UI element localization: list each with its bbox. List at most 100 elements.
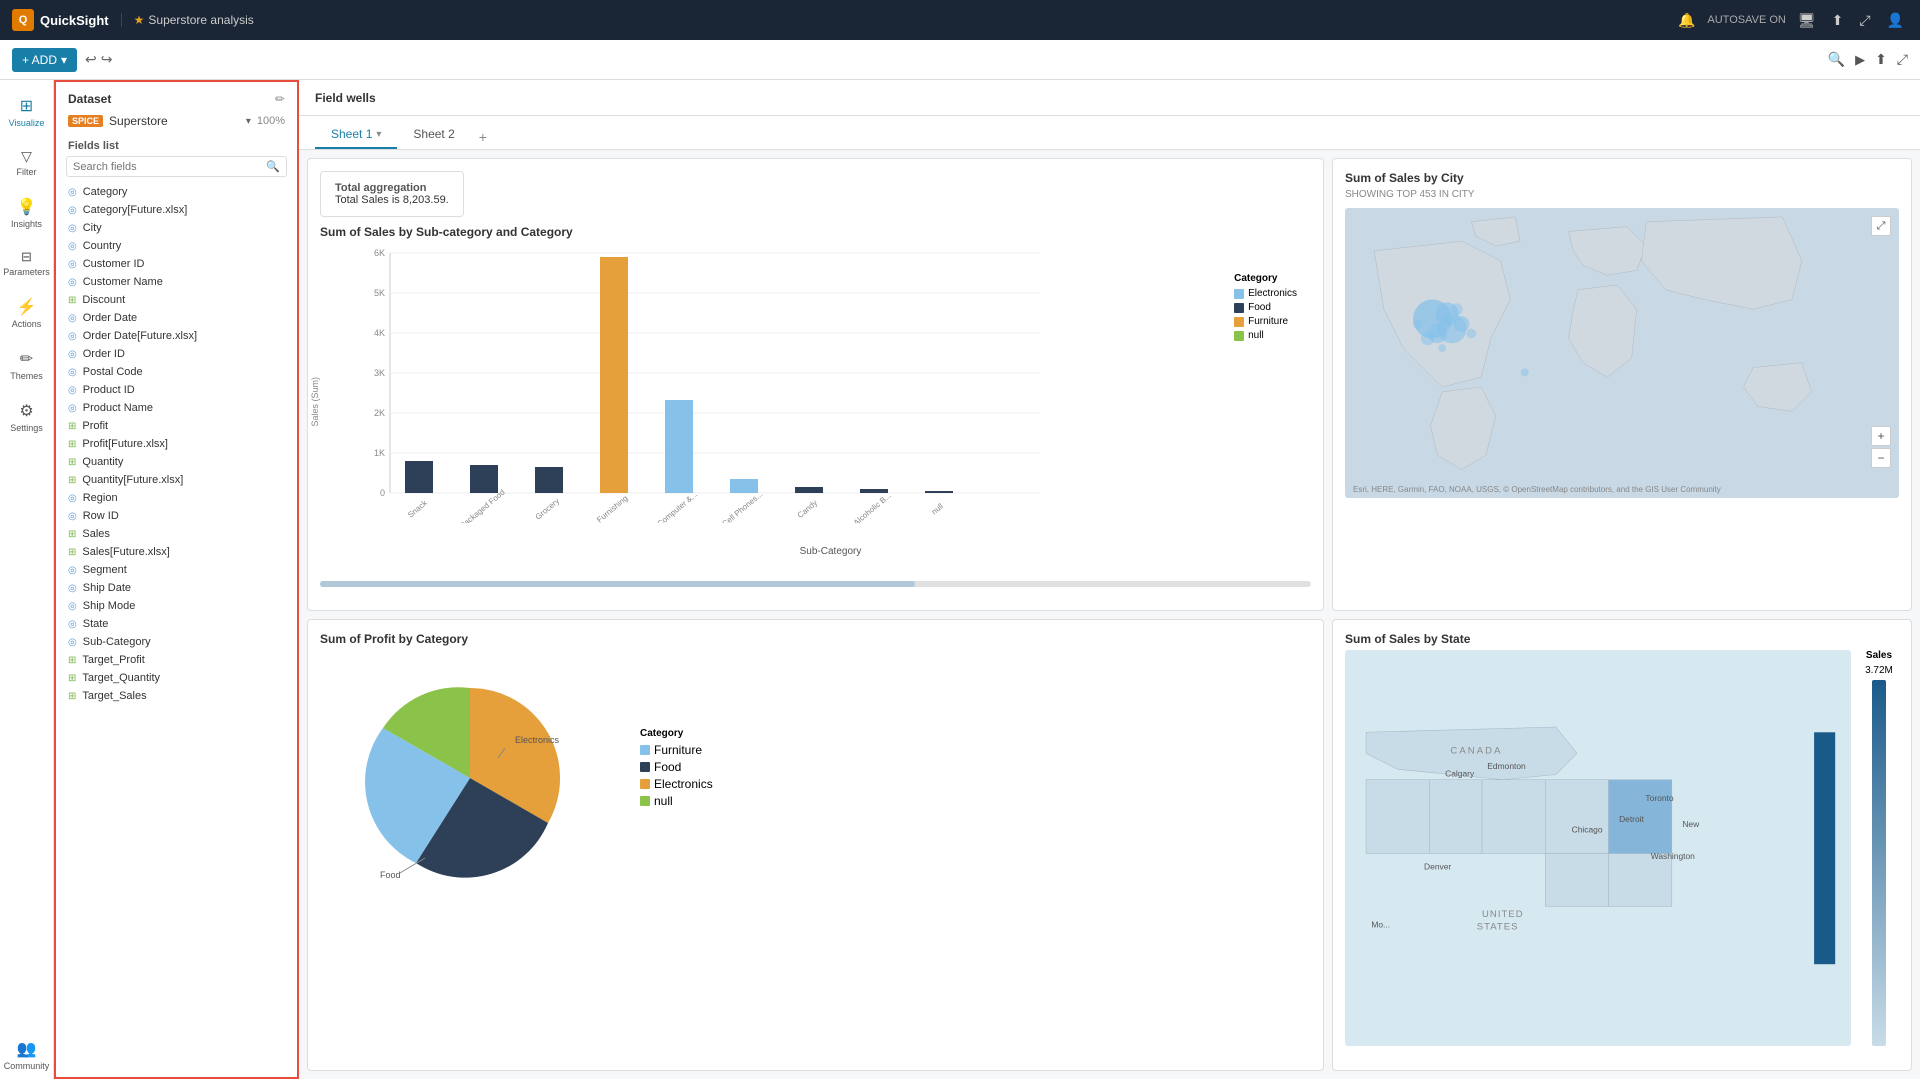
field-type-icon: ◎ xyxy=(68,493,77,504)
field-item-state[interactable]: ◎State xyxy=(56,615,297,633)
bar-chart-scrollbar[interactable] xyxy=(320,581,1311,587)
legend-label-electronics: Electronics xyxy=(1248,288,1297,299)
fullscreen-icon[interactable]: ⤢ xyxy=(1897,51,1908,68)
field-item-country[interactable]: ◎Country xyxy=(56,237,297,255)
pie-chart-content: Electronics Food Category Furnitur xyxy=(320,650,1311,881)
tab-sheet1[interactable]: Sheet 1 ▾ xyxy=(315,121,397,149)
zoom-in-button[interactable]: + xyxy=(1871,426,1891,446)
field-item-row-id[interactable]: ◎Row ID xyxy=(56,507,297,525)
field-name-label: Row ID xyxy=(83,510,119,522)
pie-label-null: null xyxy=(654,794,673,808)
field-item-target-quantity[interactable]: ⊞Target_Quantity xyxy=(56,669,297,687)
field-type-icon: ◎ xyxy=(68,385,77,396)
field-item-postal-code[interactable]: ◎Postal Code xyxy=(56,363,297,381)
map-expand-button[interactable]: ⤢ xyxy=(1871,216,1891,236)
field-item-target-sales[interactable]: ⊞Target_Sales xyxy=(56,687,297,705)
total-aggregation-title: Total aggregation xyxy=(335,182,449,194)
share-icon[interactable]: ⬆ xyxy=(1828,10,1848,31)
autosave-label: AUTOSAVE ON xyxy=(1707,14,1785,26)
sidebar-item-community[interactable]: 👥 Community xyxy=(0,1031,53,1079)
user-icon[interactable]: 👤 xyxy=(1883,10,1908,31)
field-item-target-profit[interactable]: ⊞Target_Profit xyxy=(56,651,297,669)
field-item-customer-name[interactable]: ◎Customer Name xyxy=(56,273,297,291)
field-name-label: Product ID xyxy=(83,384,135,396)
choropleth-legend-label: Sales xyxy=(1866,650,1892,661)
sidebar-item-insights[interactable]: 💡 Insights xyxy=(0,189,53,237)
notification-icon[interactable]: 🔔 xyxy=(1674,10,1699,31)
field-item-city[interactable]: ◎City xyxy=(56,219,297,237)
field-name-label: Sales xyxy=(82,528,110,540)
field-item-product-id[interactable]: ◎ Product ID xyxy=(56,381,297,399)
undo-button[interactable]: ↩ xyxy=(85,51,97,68)
sidebar-item-parameters[interactable]: ⊟ Parameters xyxy=(0,241,53,285)
map-chart-title: Sum of Sales by City xyxy=(1345,171,1899,185)
field-type-icon: ⊞ xyxy=(68,655,76,666)
field-name-label: Order ID xyxy=(83,348,125,360)
field-name-label: Ship Mode xyxy=(83,600,136,612)
add-chevron-icon: ▾ xyxy=(61,53,67,67)
search-toolbar-icon[interactable]: 🔍 xyxy=(1828,51,1845,68)
bar-chart-scrollbar-thumb xyxy=(320,581,915,587)
field-item-category-future-xlsx-[interactable]: ◎Category[Future.xlsx] xyxy=(56,201,297,219)
choropleth-legend: Sales 3.72M xyxy=(1859,650,1899,1047)
field-item-ship-mode[interactable]: ◎Ship Mode xyxy=(56,597,297,615)
expand-icon[interactable]: ⤢ xyxy=(1855,10,1874,31)
field-item-order-date-future-xlsx-[interactable]: ◎Order Date[Future.xlsx] xyxy=(56,327,297,345)
sidebar-item-themes[interactable]: ✏ Themes xyxy=(0,341,53,389)
field-item-order-id[interactable]: ◎Order ID xyxy=(56,345,297,363)
field-type-icon: ⊞ xyxy=(68,475,76,486)
field-type-icon: ⊞ xyxy=(68,421,76,432)
sidebar-item-actions[interactable]: ⚡ Actions xyxy=(0,289,53,337)
pie-label-electronics: Electronics xyxy=(654,777,713,791)
field-item-quantity[interactable]: ⊞Quantity xyxy=(56,453,297,471)
actions-icon: ⚡ xyxy=(17,297,37,317)
preview-icon[interactable]: ▶ xyxy=(1855,52,1865,68)
field-item-profit-future-xlsx-[interactable]: ⊞Profit[Future.xlsx] xyxy=(56,435,297,453)
field-item-region[interactable]: ◎Region xyxy=(56,489,297,507)
tab-sheet2[interactable]: Sheet 2 xyxy=(397,121,470,149)
field-name-label: State xyxy=(83,618,109,630)
field-item-ship-date[interactable]: ◎Ship Date xyxy=(56,579,297,597)
field-item-category[interactable]: ◎Category xyxy=(56,183,297,201)
pie-legend-food: Food xyxy=(640,760,713,774)
dataset-name: Superstore xyxy=(109,114,240,128)
monitor-icon[interactable]: 🖥 xyxy=(1794,10,1820,31)
field-item-segment[interactable]: ◎Segment xyxy=(56,561,297,579)
field-name-label: Quantity xyxy=(82,456,123,468)
map-footer: Esri, HERE, Garmin, FAO, NOAA, USGS, © O… xyxy=(1349,483,1725,496)
field-name-label: Discount xyxy=(82,294,125,306)
sidebar-item-settings[interactable]: ⚙ Settings xyxy=(0,393,53,441)
field-name-label: Postal Code xyxy=(83,366,143,378)
pie-label-furniture: Furniture xyxy=(654,743,702,757)
search-fields-icon: 🔍 xyxy=(266,160,280,173)
svg-text:null: null xyxy=(930,501,945,516)
filter-icon: ▽ xyxy=(21,148,32,165)
redo-button[interactable]: ↪ xyxy=(101,51,113,68)
field-item-sales[interactable]: ⊞Sales xyxy=(56,525,297,543)
field-item-sales-future-xlsx-[interactable]: ⊞Sales[Future.xlsx] xyxy=(56,543,297,561)
field-item-profit[interactable]: ⊞Profit xyxy=(56,417,297,435)
zoom-out-button[interactable]: − xyxy=(1871,448,1891,468)
add-sheet-button[interactable]: + xyxy=(471,125,495,149)
svg-text:Washington: Washington xyxy=(1651,850,1695,860)
dataset-selector[interactable]: SPICE Superstore ▾ 100% xyxy=(56,112,297,134)
search-fields-input[interactable] xyxy=(73,161,262,173)
sidebar-item-visualize[interactable]: ⊞ Visualize xyxy=(0,88,53,136)
svg-text:0: 0 xyxy=(380,488,385,498)
add-button[interactable]: + ADD ▾ xyxy=(12,48,77,72)
field-item-discount[interactable]: ⊞Discount xyxy=(56,291,297,309)
sidebar-item-filter[interactable]: ▽ Filter xyxy=(0,140,53,185)
pie-chart-svg-wrapper: Electronics Food xyxy=(320,658,620,881)
field-type-icon: ◎ xyxy=(68,637,77,648)
field-item-order-date[interactable]: ◎Order Date xyxy=(56,309,297,327)
pie-legend-title: Category xyxy=(640,728,713,739)
share-toolbar-icon[interactable]: ⬆ xyxy=(1875,51,1887,68)
edit-dataset-icon[interactable]: ✏ xyxy=(275,92,285,106)
svg-text:CANADA: CANADA xyxy=(1450,745,1502,756)
field-item-customer-id[interactable]: ◎Customer ID xyxy=(56,255,297,273)
field-item-product-name[interactable]: ◎Product Name xyxy=(56,399,297,417)
bar-chart-svg: 0 1K 2K 3K 4K 5K 6K xyxy=(350,243,1050,523)
field-item-sub-category[interactable]: ◎Sub-Category xyxy=(56,633,297,651)
bar-chart-x-label: Sub-Category xyxy=(350,526,1311,557)
field-item-quantity-future-xlsx-[interactable]: ⊞Quantity[Future.xlsx] xyxy=(56,471,297,489)
